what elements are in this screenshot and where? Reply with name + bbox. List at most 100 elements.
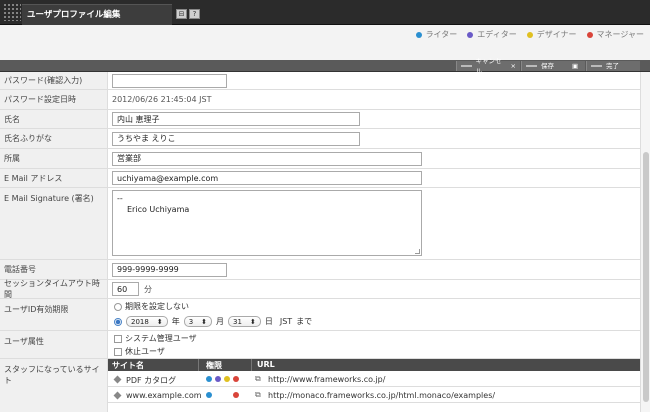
row-department: 所属 営業部 — [0, 149, 640, 169]
empty-dot — [215, 392, 221, 398]
system-admin-checkbox[interactable] — [114, 334, 122, 343]
app-grid-icon[interactable] — [2, 2, 21, 21]
email-input[interactable]: uchiyama@example.com — [112, 171, 422, 185]
signature-line-1: -- — [117, 194, 123, 203]
save-icon: ▣ — [572, 62, 579, 70]
writer-dot-icon — [206, 376, 212, 382]
signature-line-2: Erico Uchiyama — [127, 205, 190, 214]
site-icon — [113, 375, 122, 384]
year-select[interactable]: 2018 ⬍ — [126, 316, 168, 327]
row-session-timeout: セッションタイムアウト時間 60 分 — [0, 279, 640, 299]
name-kana-input[interactable]: うちやま えりこ — [112, 131, 360, 146]
role-legend: ライター エディター デザイナー マネージャー — [415, 29, 644, 40]
session-timeout-unit: 分 — [144, 284, 152, 294]
save-button[interactable]: 保存 ▣ — [521, 61, 585, 71]
link-icon: ⧉ — [255, 374, 261, 383]
save-bar-icon — [526, 65, 537, 67]
window-title: ユーザプロファイル編集 — [27, 10, 121, 20]
row-sites: スタッフになっているサイト サイト名 権限 URL PDF カタログ ⧉ htt… — [0, 359, 640, 412]
designer-dot-icon — [224, 376, 230, 382]
done-button[interactable]: 完了 — [586, 61, 640, 71]
row-expiry: ユーザID有効期限 期限を設定しない 2018 ⬍ 年 3 ⬍ 月 31 ⬍ 日 JS… — [0, 299, 640, 331]
back-button[interactable]: ⊟ — [176, 9, 187, 19]
done-bar-icon — [591, 65, 602, 67]
name-kana-label: 氏名ふりがな — [0, 129, 108, 148]
row-password-date: パスワード設定日時 2012/06/26 21:45:04 JST — [0, 90, 640, 110]
action-bar: キャンセル × 保存 ▣ 完了 — [0, 57, 650, 75]
done-label: 完了 — [606, 62, 619, 70]
system-admin-label: システム管理ユーザ — [125, 334, 197, 343]
empty-dot — [224, 392, 230, 398]
site-icon — [113, 391, 122, 400]
phone-label: 電話番号 — [0, 260, 108, 279]
select-arrow-icon: ⬍ — [201, 317, 208, 326]
select-arrow-icon: ⬍ — [249, 317, 256, 326]
save-label: 保存 — [541, 62, 554, 70]
row-phone: 電話番号 999-9999-9999 — [0, 260, 640, 280]
name-input[interactable]: 内山 恵理子 — [112, 112, 360, 126]
year-unit: 年 — [171, 317, 180, 326]
row-password-confirm: パスワード(確認入力) — [0, 72, 640, 90]
link-icon: ⧉ — [255, 390, 261, 399]
role-dots — [206, 392, 239, 398]
legend-designer: デザイナー — [526, 29, 577, 40]
suspended-checkbox[interactable] — [114, 347, 122, 356]
timezone-label: JST — [279, 317, 293, 326]
legend-writer: ライター — [415, 29, 457, 40]
site-name: PDF カタログ — [126, 376, 177, 385]
help-button[interactable]: ? — [189, 9, 200, 19]
cancel-bar-icon — [461, 65, 472, 67]
site-name: www.example.com — [126, 391, 202, 400]
writer-dot-icon — [206, 392, 212, 398]
expiry-date-radio[interactable] — [114, 317, 122, 326]
year-value: 2018 — [131, 317, 149, 326]
department-label: 所属 — [0, 149, 108, 168]
email-label: E Mail アドレス — [0, 169, 108, 187]
manager-dot-icon — [233, 392, 239, 398]
month-select[interactable]: 3 ⬍ — [183, 316, 213, 327]
expiry-none-radio[interactable] — [114, 302, 122, 311]
legend-editor: エディター — [467, 29, 517, 40]
legend-label: エディター — [477, 30, 517, 39]
site-url[interactable]: http://monaco.frameworks.co.jp/html.mona… — [268, 391, 495, 400]
row-attributes: ユーザ属性 システム管理ユーザ 休止ユーザ — [0, 331, 640, 359]
resize-handle-icon[interactable] — [415, 249, 420, 254]
month-value: 3 — [188, 317, 194, 326]
editor-dot-icon — [215, 376, 221, 382]
site-url[interactable]: http://www.frameworks.co.jp/ — [268, 375, 385, 384]
expiry-none-label: 期限を設定しない — [125, 302, 189, 311]
password-date-label: パスワード設定日時 — [0, 90, 108, 109]
suspended-label: 休止ユーザ — [125, 347, 165, 356]
password-confirm-label: パスワード(確認入力) — [0, 72, 108, 89]
col-site-header: サイト名 — [112, 361, 144, 370]
password-date-value: 2012/06/26 21:45:04 JST — [112, 95, 212, 104]
close-icon: × — [510, 62, 516, 70]
legend-manager: マネージャー — [586, 29, 644, 40]
sites-label: スタッフになっているサイト — [0, 359, 108, 412]
legend-label: マネージャー — [596, 30, 644, 39]
table-row[interactable]: www.example.com ⧉ http://monaco.framewor… — [108, 388, 640, 403]
role-dots — [206, 376, 239, 382]
table-row[interactable]: PDF カタログ ⧉ http://www.frameworks.co.jp/ — [108, 372, 640, 387]
password-confirm-input[interactable] — [112, 73, 227, 88]
editor-dot-icon — [467, 31, 474, 38]
signature-label: E Mail Signature (署名) — [0, 188, 108, 259]
signature-textarea[interactable]: -- Erico Uchiyama — [112, 190, 422, 256]
legend-label: デザイナー — [536, 30, 577, 39]
until-label: まで — [296, 317, 313, 326]
department-input[interactable]: 営業部 — [112, 151, 422, 166]
scrollbar-thumb[interactable] — [643, 152, 649, 402]
day-unit: 日 — [264, 317, 273, 326]
day-select[interactable]: 31 ⬍ — [228, 316, 261, 327]
vertical-scrollbar[interactable] — [640, 72, 650, 412]
manager-dot-icon — [586, 31, 593, 38]
col-url-header: URL — [257, 360, 275, 369]
cancel-button[interactable]: キャンセル × — [456, 57, 520, 75]
session-timeout-input[interactable]: 60 — [112, 282, 139, 296]
writer-dot-icon — [415, 31, 422, 38]
sites-table-header: サイト名 権限 URL — [108, 359, 640, 371]
title-bar: ユーザプロファイル編集 ⊟ ? — [0, 0, 650, 25]
phone-input[interactable]: 999-9999-9999 — [112, 262, 227, 277]
col-role-header: 権限 — [206, 361, 222, 370]
name-label: 氏名 — [0, 110, 108, 128]
